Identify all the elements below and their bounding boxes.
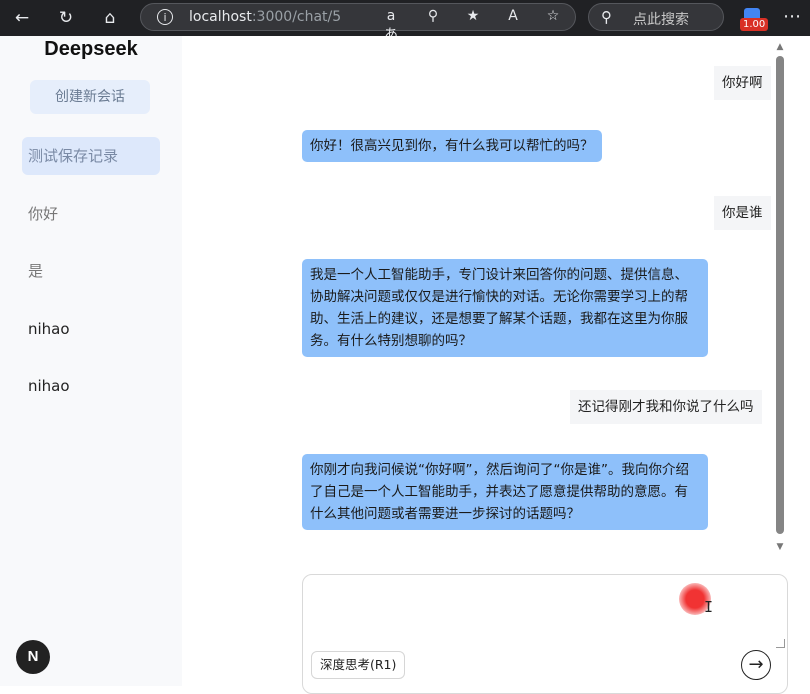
address-url[interactable]: localhost:3000/chat/5 (189, 9, 341, 25)
browser-search-box[interactable]: ⚲ 点此搜索 (588, 3, 724, 31)
user-message: 你是谁 (714, 196, 771, 230)
new-chat-button[interactable]: 创建新会话 (30, 80, 150, 114)
text-cursor-icon: I (704, 598, 714, 616)
brand-title: Deepseek (44, 38, 138, 60)
reload-icon[interactable]: ↻ (54, 6, 78, 30)
extension-button[interactable]: 1.00 (738, 6, 769, 34)
deep-think-toggle[interactable]: 深度思考(R1) (311, 651, 406, 679)
chat-panel: 你好啊 你好！很高兴见到你，有什么我可以帮忙的吗？ 你是谁 我是一个人工智能助手… (182, 36, 810, 694)
search-placeholder: 点此搜索 (633, 12, 689, 28)
favorite-star-icon[interactable]: ☆ (543, 8, 563, 24)
site-info-icon[interactable]: i (157, 9, 173, 25)
send-button[interactable]: → (741, 650, 771, 680)
conversation-item[interactable]: 你好 (22, 195, 160, 233)
extension-badge: 1.00 (740, 18, 769, 31)
conversation-item[interactable]: nihao (22, 310, 160, 348)
user-message: 还记得刚才我和你说了什么吗 (570, 390, 762, 424)
conversation-item[interactable]: nihao (22, 367, 160, 405)
back-arrow-icon[interactable]: ← (10, 6, 34, 30)
arrow-right-icon: → (748, 654, 764, 675)
assistant-message: 我是一个人工智能助手，专门设计来回答你的问题、提供信息、协助解决问题或仅仅是进行… (302, 259, 708, 357)
resize-grip-icon[interactable] (776, 639, 785, 648)
message-composer: 深度思考(R1) → (302, 574, 788, 694)
sidebar: Deepseek 创建新会话 测试保存记录 你好 是 nihao nihao N (0, 36, 182, 686)
edge-icon[interactable]: ★ (463, 8, 483, 24)
assistant-message: 你刚才向我问候说“你好啊”，然后询问了“你是谁”。我向你介绍了自己是一个人工智能… (302, 454, 708, 530)
assistant-message: 你好！很高兴见到你，有什么我可以帮忙的吗？ (302, 130, 602, 162)
user-message: 你好啊 (714, 66, 771, 100)
home-icon[interactable]: ⌂ (98, 6, 122, 30)
address-bar[interactable]: i localhost:3000/chat/5 aあ ⚲ ★ A ☆ (140, 3, 576, 43)
more-menu-icon[interactable]: ⋯ (782, 6, 802, 27)
immersive-reader-icon[interactable]: A (503, 8, 523, 24)
scroll-up-arrow-icon[interactable]: ▲ (776, 42, 784, 52)
scrollbar-thumb[interactable] (776, 56, 784, 534)
conversation-item[interactable]: 是 (22, 252, 160, 290)
avatar[interactable]: N (16, 640, 50, 674)
browser-toolbar: ← ↻ ⌂ i localhost:3000/chat/5 aあ ⚲ ★ A ☆… (0, 0, 810, 43)
search-icon: ⚲ (601, 8, 612, 26)
scroll-down-arrow-icon[interactable]: ▼ (776, 542, 784, 552)
zoom-icon[interactable]: ⚲ (423, 8, 443, 24)
conversation-item[interactable]: 测试保存记录 (22, 137, 160, 175)
